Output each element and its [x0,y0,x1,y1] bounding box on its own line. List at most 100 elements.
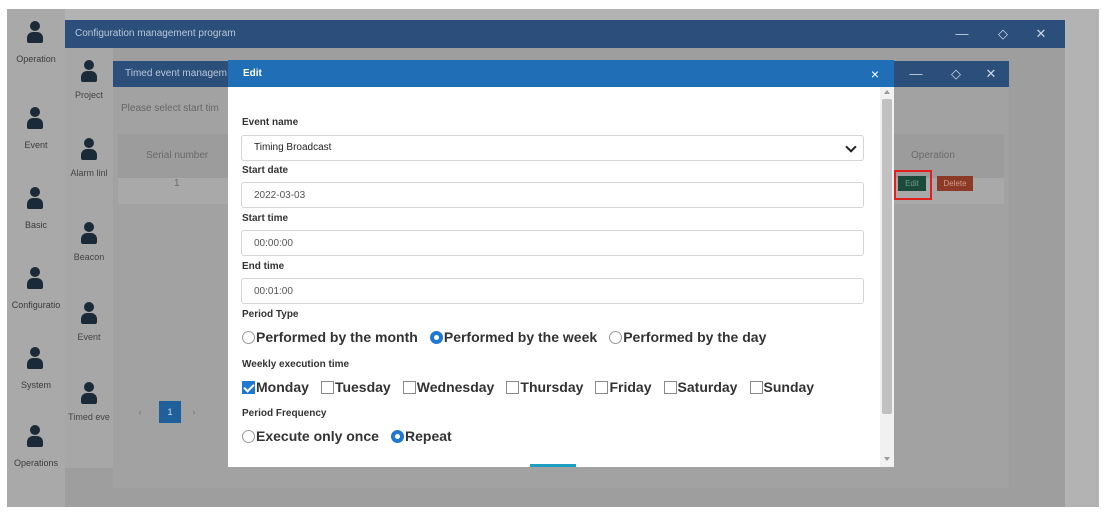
frequency-once-option[interactable]: Execute only once [242,428,384,444]
sidebar-item-event[interactable]: Event [7,99,65,169]
edit-dialog-titlebar: Edit × [228,60,894,87]
period-month-option[interactable]: Performed by the month [242,329,423,345]
scroll-up-icon[interactable] [884,90,890,94]
user-icon [27,21,43,43]
user-icon [81,222,97,244]
user-icon [27,347,43,369]
minimize-icon[interactable]: — [953,25,971,43]
weekday-thursday[interactable]: Thursday [506,379,588,395]
option-label: Sunday [763,379,815,395]
radio-button[interactable] [609,330,623,344]
prev-page-icon[interactable]: ‹ [133,401,147,423]
period-day-option[interactable]: Performed by the day [609,329,771,345]
sidebar-item-label: Configuratio [11,300,61,310]
user-icon [81,60,97,82]
end-time-input[interactable] [241,278,864,304]
frequency-repeat-option[interactable]: Repeat [391,428,457,444]
project-item[interactable]: Event [65,294,113,364]
project-item-label: Timed eve [68,412,110,422]
start-date-input[interactable] [241,182,864,208]
checkbox[interactable] [663,380,677,394]
period-week-option[interactable]: Performed by the week [429,329,602,345]
sidebar-item-system[interactable]: System [7,339,65,409]
edit-button-highlight [894,170,932,200]
option-label: Tuesday [334,379,391,395]
option-label: Wednesday [416,379,495,395]
project-item-label: Beacon [73,252,105,262]
sidebar-item-operations[interactable]: Operations [7,417,65,487]
start-time-label: Start time [242,213,289,224]
weekday-saturday[interactable]: Saturday [663,379,743,395]
config-window-titlebar: Configuration management program — ◇ ✕ [65,20,1065,48]
filter-hint: Please select start tim [121,103,219,114]
user-icon [27,425,43,447]
radio-button[interactable] [391,429,404,443]
project-item[interactable]: Alarm linl [65,130,113,200]
project-item-label: Alarm linl [70,168,108,178]
user-icon [27,187,43,209]
sidebar-item-operation[interactable]: Operation [7,13,65,83]
user-icon [27,107,43,129]
event-name-value: Timing Broadcast [254,142,332,153]
next-page-icon[interactable]: › [187,401,201,423]
edit-form: Event name Timing Broadcast Start date S… [228,87,880,467]
chevron-down-icon [845,141,857,153]
weekday-options: Monday Tuesday Wednesday Thursday Friday… [242,379,823,395]
sidebar-item-label: Event [24,140,48,150]
close-icon[interactable]: ✕ [1032,25,1050,43]
checkbox[interactable] [506,380,520,394]
checkbox[interactable] [595,380,609,394]
dialog-title: Edit [243,68,262,79]
sidebar-item-label: Basic [24,220,47,230]
weekly-execution-label: Weekly execution time [242,359,350,370]
option-label: Performed by the day [623,329,767,345]
radio-button[interactable] [242,330,255,344]
option-label: Repeat [405,428,452,444]
weekday-tuesday[interactable]: Tuesday [320,379,396,395]
radio-button[interactable] [242,429,255,443]
user-icon [81,138,97,160]
option-label: Thursday [520,379,584,395]
user-icon [27,267,43,289]
checkbox[interactable] [242,380,255,394]
weekday-monday[interactable]: Monday [242,379,314,395]
column-header-serial: Serial number [146,150,209,161]
weekday-friday[interactable]: Friday [595,379,656,395]
save-button[interactable] [530,464,576,467]
dialog-scrollbar[interactable] [880,87,894,467]
period-frequency-label: Period Frequency [242,408,327,419]
option-label: Friday [609,379,652,395]
weekday-sunday[interactable]: Sunday [749,379,820,395]
radio-button[interactable] [429,330,443,344]
frequency-options: Execute only once Repeat [242,428,461,444]
restore-icon[interactable]: ◇ [947,65,965,83]
event-name-select[interactable]: Timing Broadcast [241,135,864,161]
sidebar-item-label: System [20,380,51,390]
checkbox[interactable] [749,380,763,394]
option-label: Execute only once [256,428,379,444]
sidebar-item-label: Operations [13,458,59,468]
page-button-current[interactable]: 1 [159,401,181,423]
weekday-wednesday[interactable]: Wednesday [402,379,500,395]
start-time-input[interactable] [241,230,864,256]
period-type-label: Period Type [242,309,299,320]
project-item-label: Event [77,332,101,342]
project-item[interactable]: Timed eve [65,374,113,444]
window-title: Timed event managem [125,68,227,79]
project-item[interactable]: Beacon [65,214,113,284]
sidebar-item-configuration[interactable]: Configuratio [7,259,65,329]
restore-icon[interactable]: ◇ [994,25,1012,43]
edit-dialog: Edit × Event name Timing Broadcast Start… [228,60,894,467]
checkbox[interactable] [402,380,416,394]
scroll-down-icon[interactable] [884,457,890,461]
checkbox[interactable] [320,380,334,394]
minimize-icon[interactable]: — [907,65,925,83]
scroll-thumb[interactable] [882,99,892,414]
delete-button[interactable]: Delete [937,176,973,191]
sidebar-item-basic[interactable]: Basic [7,179,65,249]
start-date-label: Start date [242,165,289,176]
close-icon[interactable]: × [866,65,884,83]
project-item[interactable]: Project [65,52,113,122]
option-label: Performed by the month [256,329,418,345]
close-icon[interactable]: ✕ [982,65,1000,83]
